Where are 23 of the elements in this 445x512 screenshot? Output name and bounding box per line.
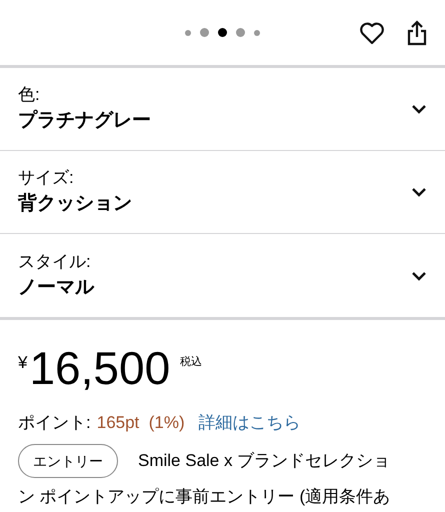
chevron-down-icon [411,270,427,280]
chevron-down-icon [411,104,427,114]
option-value: ノーマル [18,276,94,300]
points-value: 165pt (1%) [96,412,185,434]
option-value: 背クッション [18,192,132,216]
price: 16,500 [29,342,170,394]
entry-button[interactable]: エントリー [18,444,118,478]
details-link[interactable]: 詳細はこちら [198,410,301,436]
option-label: スタイル: [18,250,92,272]
option-label: 色: [18,84,41,106]
points-label: ポイント: [18,412,91,434]
tax-note: 税込 [180,355,202,370]
option-selector[interactable]: サイズ: 背クッション [0,151,445,234]
option-selector[interactable]: 色: プラチナグレー [0,68,445,151]
currency-symbol: ¥ [18,352,28,374]
chevron-down-icon [411,187,427,197]
option-selector[interactable]: スタイル: ノーマル [0,234,445,317]
promo-text: ン ポイントアップに事前エントリー (適用条件あ [18,486,390,508]
option-label: サイズ: [18,167,75,189]
promo-text: Smile Sale x ブランドセレクショ [138,450,390,472]
heart-icon[interactable] [359,20,385,44]
option-value: プラチナグレー [18,108,151,133]
share-icon[interactable] [407,20,427,46]
